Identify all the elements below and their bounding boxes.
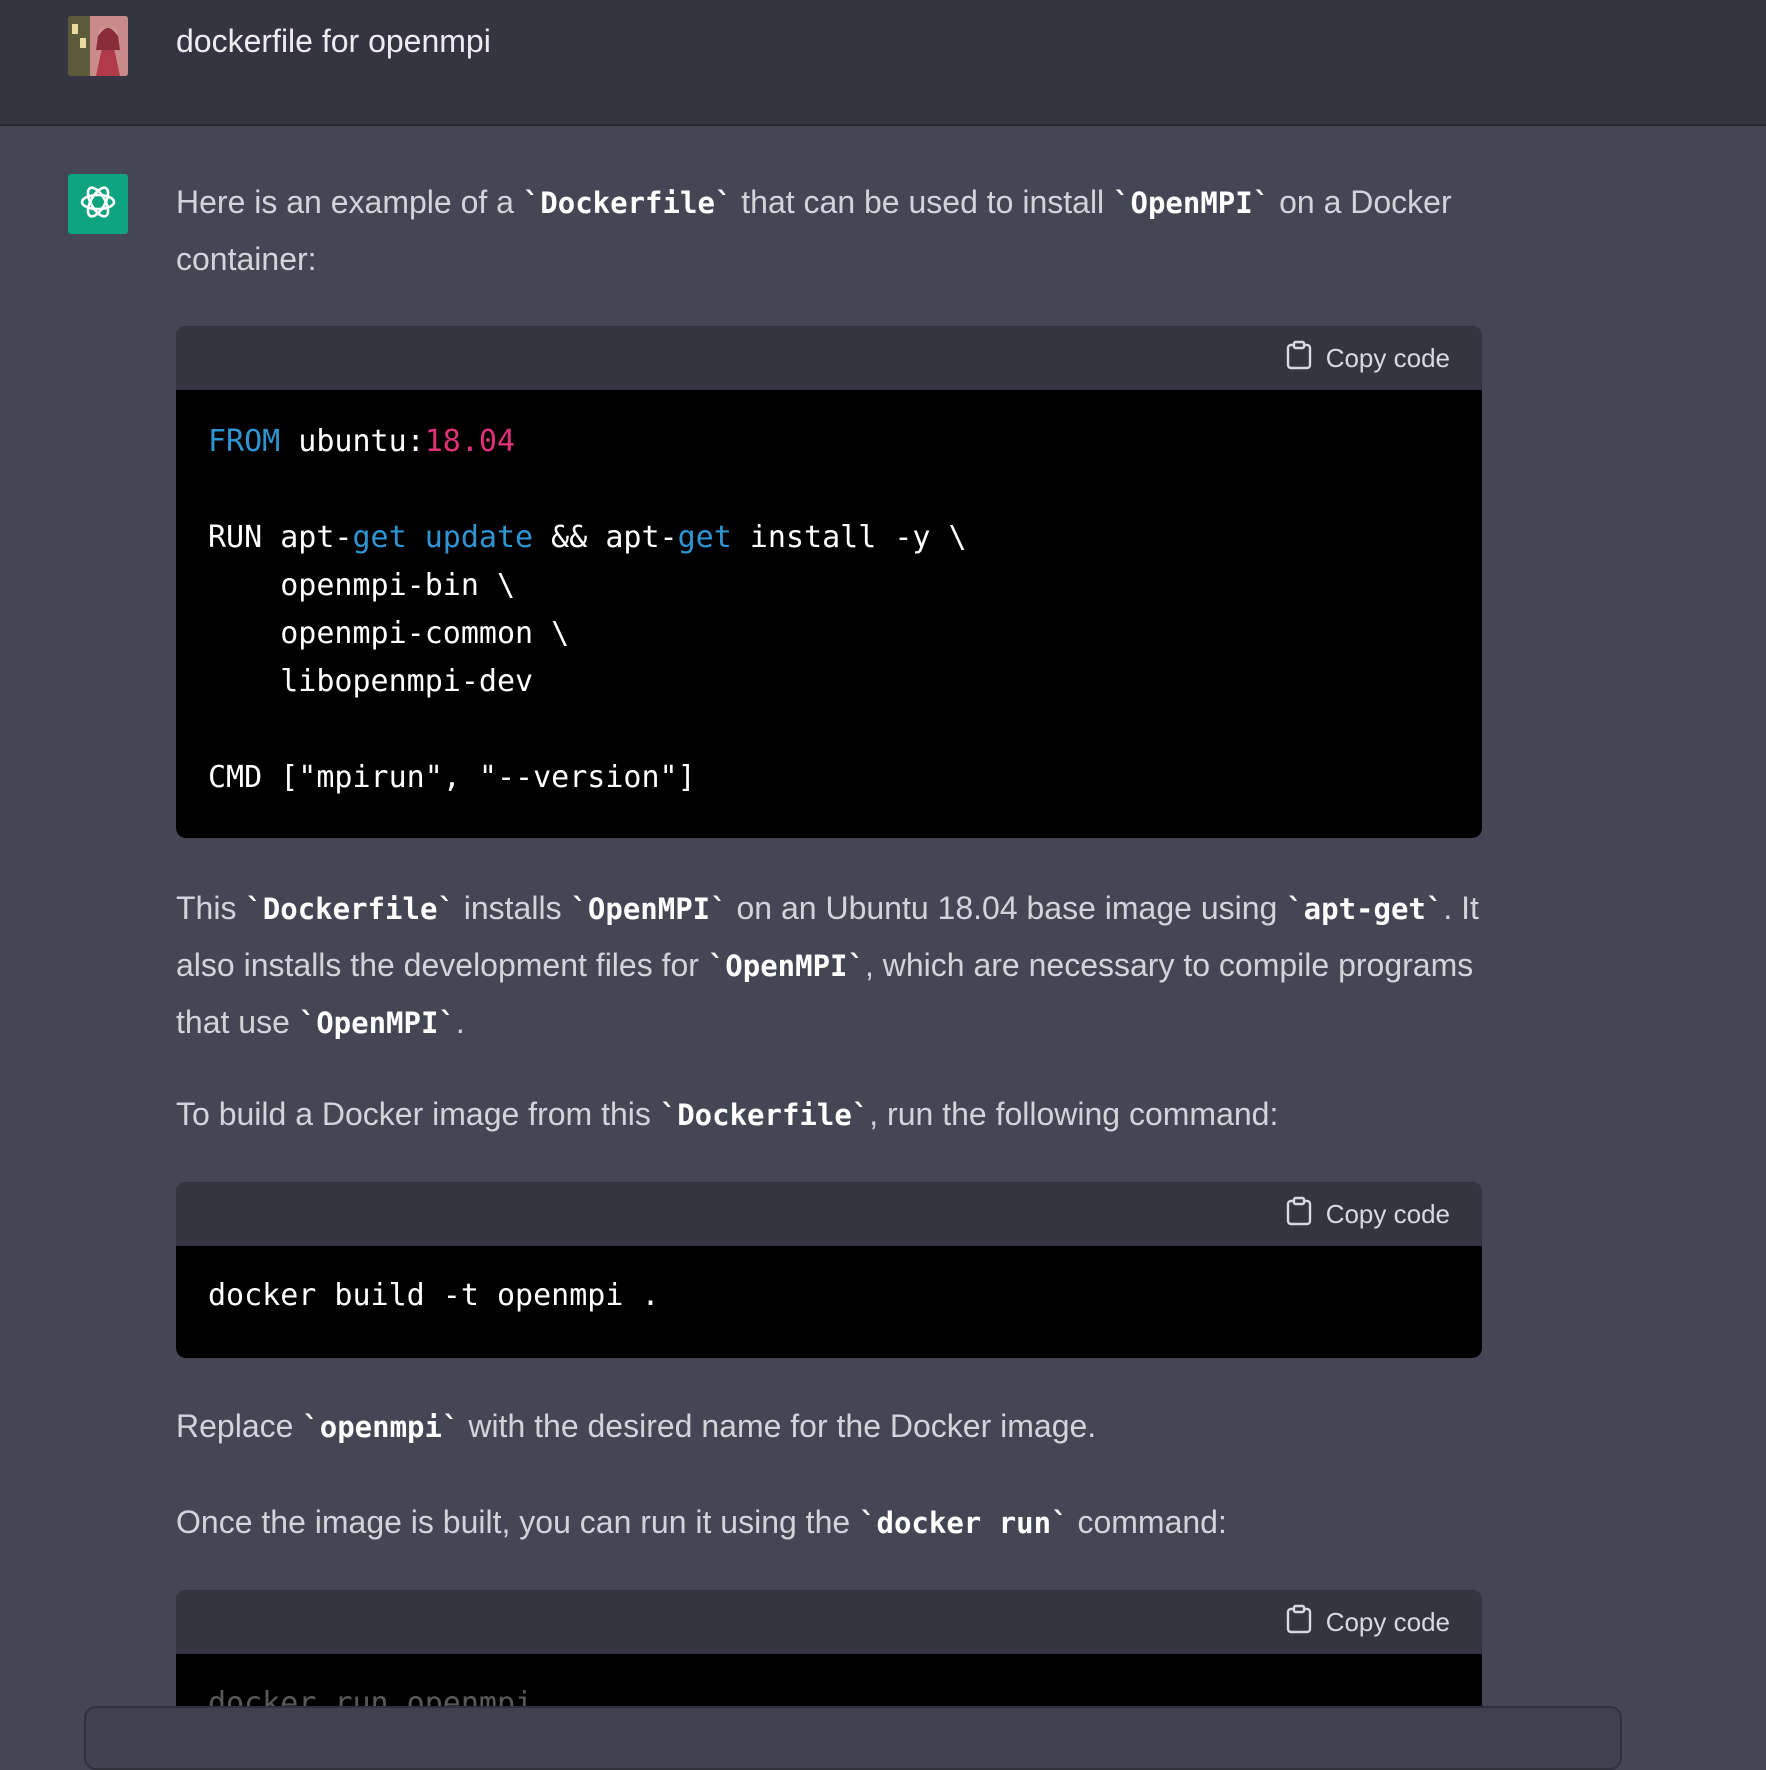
copy-code-button[interactable]: Copy code (1286, 1182, 1450, 1246)
code-content: docker build -t openmpi . (176, 1246, 1482, 1320)
code-line: FROM ubuntu:18.04 (208, 424, 516, 459)
user-message-row: dockerfile for openmpi (0, 0, 1766, 126)
code-line: CMD ["mpirun", "--version"] (208, 760, 696, 795)
code-block-header: Copy code (176, 326, 1482, 390)
code-line: docker build -t openmpi . (208, 1278, 660, 1313)
assistant-avatar (68, 174, 128, 234)
code-block-header: Copy code (176, 1590, 1482, 1654)
assistant-paragraph-run: Once the image is built, you can run it … (176, 1504, 1227, 1540)
clipboard-icon (1286, 1196, 1326, 1233)
code-line: RUN apt-get update && apt-get install -y… (208, 520, 967, 555)
assistant-paragraph-explanation: This `Dockerfile` installs `OpenMPI` on … (176, 890, 1479, 1040)
code-line: openmpi-bin \ (208, 568, 516, 603)
code-block-build: Copy code docker build -t openmpi . (176, 1182, 1482, 1358)
user-message-text: dockerfile for openmpi (176, 23, 491, 59)
assistant-paragraph-build: To build a Docker image from this `Docke… (176, 1096, 1279, 1132)
copy-code-button[interactable]: Copy code (1286, 326, 1450, 390)
code-line: libopenmpi-dev (208, 664, 534, 699)
code-block-header: Copy code (176, 1182, 1482, 1246)
clipboard-icon (1286, 1604, 1326, 1641)
code-block-dockerfile: Copy code FROM ubuntu:18.04 RUN apt-get … (176, 326, 1482, 838)
assistant-paragraph-intro: Here is an example of a `Dockerfile` tha… (176, 184, 1452, 277)
assistant-paragraph-replace: Replace `openmpi` with the desired name … (176, 1408, 1097, 1444)
code-content: FROM ubuntu:18.04 RUN apt-get update && … (176, 390, 1482, 802)
copy-code-button[interactable]: Copy code (1286, 1590, 1450, 1654)
openai-logo-icon (77, 181, 119, 228)
code-line: openmpi-common \ (208, 616, 570, 651)
clipboard-icon (1286, 340, 1326, 377)
user-avatar (68, 16, 128, 76)
message-input-bar[interactable] (84, 1706, 1622, 1770)
